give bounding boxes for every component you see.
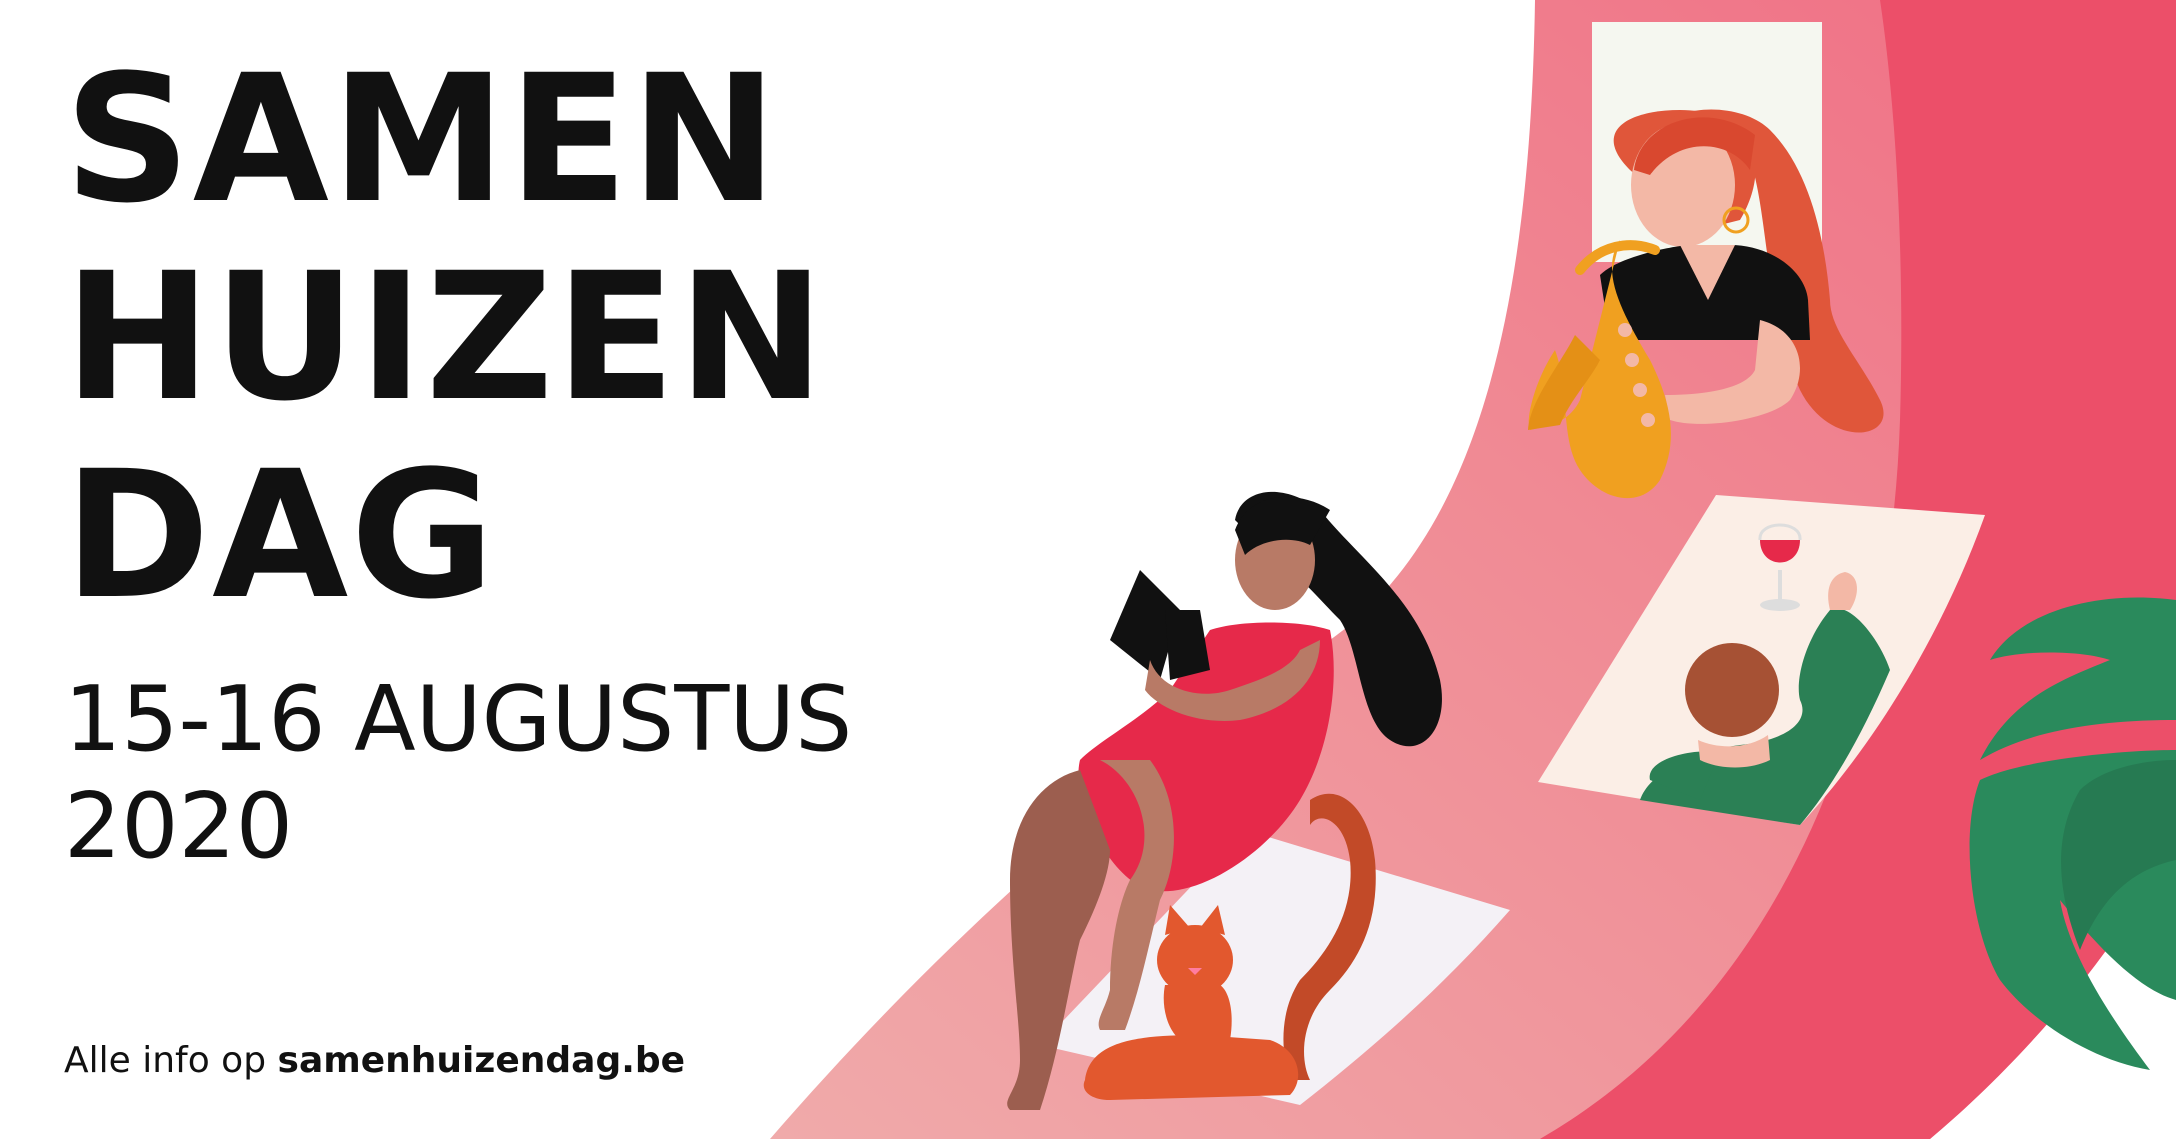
headline-line-2: HUIZEN [64, 235, 827, 440]
footer-prefix: Alle info op [64, 1040, 267, 1081]
website-link[interactable]: samenhuizendag.be [278, 1040, 686, 1081]
headline-line-3: DAG [64, 433, 497, 638]
footer-info: Alle info op samenhuizendag.be [64, 1040, 685, 1081]
headline-line-1: SAMEN [64, 37, 780, 242]
ribbon-shape [770, 0, 2176, 1139]
event-year: 2020 [64, 774, 294, 879]
event-dates: 15-16 AUGUSTUS [64, 667, 853, 772]
